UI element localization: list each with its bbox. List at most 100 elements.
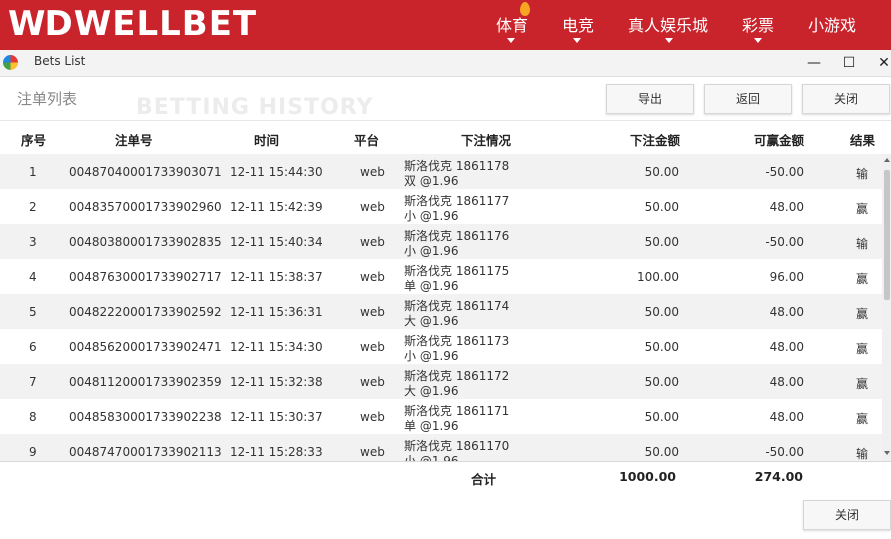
cell-result: 输 bbox=[856, 237, 869, 251]
brand-header: WD WELLBET 体育 电竞 真人娱乐城 彩票 小游戏 bbox=[0, 0, 891, 50]
cell-index: 2 bbox=[29, 200, 37, 214]
totals-row: 合计 1000.00 274.00 bbox=[0, 461, 891, 495]
scroll-down-arrow-icon[interactable] bbox=[884, 451, 890, 455]
table-row[interactable]: 7 00481120001733902359 12-11 15:32:38 we… bbox=[0, 364, 882, 399]
app-icon bbox=[3, 55, 18, 70]
dialog-footer: 关闭 bbox=[0, 494, 891, 539]
cell-time: 12-11 15:32:38 bbox=[230, 375, 323, 389]
cell-result: 赢 bbox=[856, 412, 869, 426]
cell-index: 7 bbox=[29, 375, 37, 389]
cell-stake: 100.00 bbox=[637, 270, 679, 284]
cell-platform: web bbox=[360, 445, 385, 459]
cell-index: 5 bbox=[29, 305, 37, 319]
cell-platform: web bbox=[360, 165, 385, 179]
table-row[interactable]: 9 00487470001733902113 12-11 15:28:33 we… bbox=[0, 434, 882, 461]
totals-win: 274.00 bbox=[754, 469, 803, 484]
cell-win: -50.00 bbox=[765, 165, 804, 179]
cell-pick: 单 @1.96 bbox=[404, 419, 459, 433]
nav-live-casino[interactable]: 真人娱乐城 bbox=[628, 12, 708, 36]
title-watermark: BETTING HISTORY bbox=[136, 95, 374, 120]
cell-result: 输 bbox=[856, 447, 869, 461]
cell-stake: 50.00 bbox=[644, 340, 679, 354]
cell-index: 6 bbox=[29, 340, 37, 354]
cell-pick: 大 @1.96 bbox=[404, 384, 459, 398]
table-row[interactable]: 5 00482220001733902592 12-11 15:36:31 we… bbox=[0, 294, 882, 329]
col-win[interactable]: 可赢金额 bbox=[754, 130, 804, 149]
col-result[interactable]: 结果 bbox=[850, 130, 875, 149]
cell-bet-no: 00487630001733902717 bbox=[69, 270, 222, 284]
nav-sports[interactable]: 体育 bbox=[496, 12, 528, 36]
table-row[interactable]: 4 00487630001733902717 12-11 15:38:37 we… bbox=[0, 259, 882, 294]
cell-stake: 50.00 bbox=[644, 200, 679, 214]
cell-win: 96.00 bbox=[769, 270, 804, 284]
export-button[interactable]: 导出 bbox=[606, 84, 694, 114]
cell-bet-no: 00482220001733902592 bbox=[69, 305, 222, 319]
cell-index: 4 bbox=[29, 270, 37, 284]
minimize-button[interactable]: — bbox=[804, 53, 824, 73]
cell-result: 赢 bbox=[856, 377, 869, 391]
back-button[interactable]: 返回 bbox=[704, 84, 792, 114]
col-platform[interactable]: 平台 bbox=[354, 130, 379, 149]
chevron-down-icon[interactable] bbox=[754, 38, 762, 43]
maximize-button[interactable]: ☐ bbox=[839, 53, 859, 73]
close-button[interactable]: 关闭 bbox=[802, 84, 890, 114]
toolbar: 注单列表 BETTING HISTORY 导出 返回 关闭 bbox=[0, 77, 891, 120]
logo-mark: WD bbox=[8, 4, 73, 44]
cell-stake: 50.00 bbox=[644, 375, 679, 389]
cell-pick: 小 @1.96 bbox=[404, 454, 459, 461]
cell-win: 48.00 bbox=[769, 200, 804, 214]
table-row[interactable]: 1 00487040001733903071 12-11 15:44:30 we… bbox=[0, 154, 882, 189]
cell-index: 3 bbox=[29, 235, 37, 249]
cell-stake: 50.00 bbox=[644, 165, 679, 179]
nav-lottery[interactable]: 彩票 bbox=[742, 12, 774, 36]
close-window-button[interactable]: ✕ bbox=[874, 53, 891, 73]
table-body: 1 00487040001733903071 12-11 15:44:30 we… bbox=[0, 154, 882, 461]
totals-label: 合计 bbox=[471, 472, 497, 487]
cell-result: 输 bbox=[856, 167, 869, 181]
cell-stake: 50.00 bbox=[644, 410, 679, 424]
chevron-down-icon[interactable] bbox=[573, 38, 581, 43]
cell-platform: web bbox=[360, 200, 385, 214]
cell-bet-no: 00480380001733902835 bbox=[69, 235, 222, 249]
cell-pick: 小 @1.96 bbox=[404, 209, 459, 223]
scrollbar-thumb[interactable] bbox=[884, 170, 890, 300]
cell-platform: web bbox=[360, 410, 385, 424]
cell-index: 8 bbox=[29, 410, 37, 424]
cell-time: 12-11 15:44:30 bbox=[230, 165, 323, 179]
cell-stake: 50.00 bbox=[644, 235, 679, 249]
cell-pick: 小 @1.96 bbox=[404, 349, 459, 363]
cell-stake: 50.00 bbox=[644, 305, 679, 319]
col-stake[interactable]: 下注金额 bbox=[630, 130, 680, 149]
chevron-down-icon[interactable] bbox=[665, 38, 673, 43]
window-titlebar: Bets List — ☐ ✕ bbox=[0, 50, 891, 77]
cell-result: 赢 bbox=[856, 202, 869, 216]
cell-bet-no: 00485620001733902471 bbox=[69, 340, 222, 354]
cell-platform: web bbox=[360, 270, 385, 284]
cell-platform: web bbox=[360, 305, 385, 319]
footer-close-button[interactable]: 关闭 bbox=[803, 500, 891, 530]
col-bet-no[interactable]: 注单号 bbox=[115, 130, 153, 149]
cell-bet-no: 00487040001733903071 bbox=[69, 165, 222, 179]
cell-win: 48.00 bbox=[769, 410, 804, 424]
cell-pick: 单 @1.96 bbox=[404, 279, 459, 293]
cell-result: 赢 bbox=[856, 307, 869, 321]
table-row[interactable]: 3 00480380001733902835 12-11 15:40:34 we… bbox=[0, 224, 882, 259]
cell-win: 48.00 bbox=[769, 340, 804, 354]
chevron-down-icon[interactable] bbox=[507, 38, 515, 43]
table-row[interactable]: 2 00483570001733902960 12-11 15:42:39 we… bbox=[0, 189, 882, 224]
cell-time: 12-11 15:30:37 bbox=[230, 410, 323, 424]
col-time[interactable]: 时间 bbox=[254, 130, 279, 149]
cell-platform: web bbox=[360, 340, 385, 354]
cell-result: 赢 bbox=[856, 272, 869, 286]
col-detail[interactable]: 下注情况 bbox=[461, 130, 511, 149]
nav-esports[interactable]: 电竞 bbox=[562, 12, 594, 36]
cell-platform: web bbox=[360, 375, 385, 389]
col-index[interactable]: 序号 bbox=[21, 130, 46, 149]
table-row[interactable]: 6 00485620001733902471 12-11 15:34:30 we… bbox=[0, 329, 882, 364]
nav-mini-games[interactable]: 小游戏 bbox=[808, 12, 856, 36]
wellbet-logo[interactable]: WD WELLBET bbox=[8, 4, 257, 44]
cell-pick: 大 @1.96 bbox=[404, 314, 459, 328]
scroll-up-arrow-icon[interactable] bbox=[884, 158, 890, 162]
table-header: 序号 注单号 时间 平台 下注情况 下注金额 可赢金额 结果 bbox=[0, 120, 891, 155]
table-row[interactable]: 8 00485830001733902238 12-11 15:30:37 we… bbox=[0, 399, 882, 434]
